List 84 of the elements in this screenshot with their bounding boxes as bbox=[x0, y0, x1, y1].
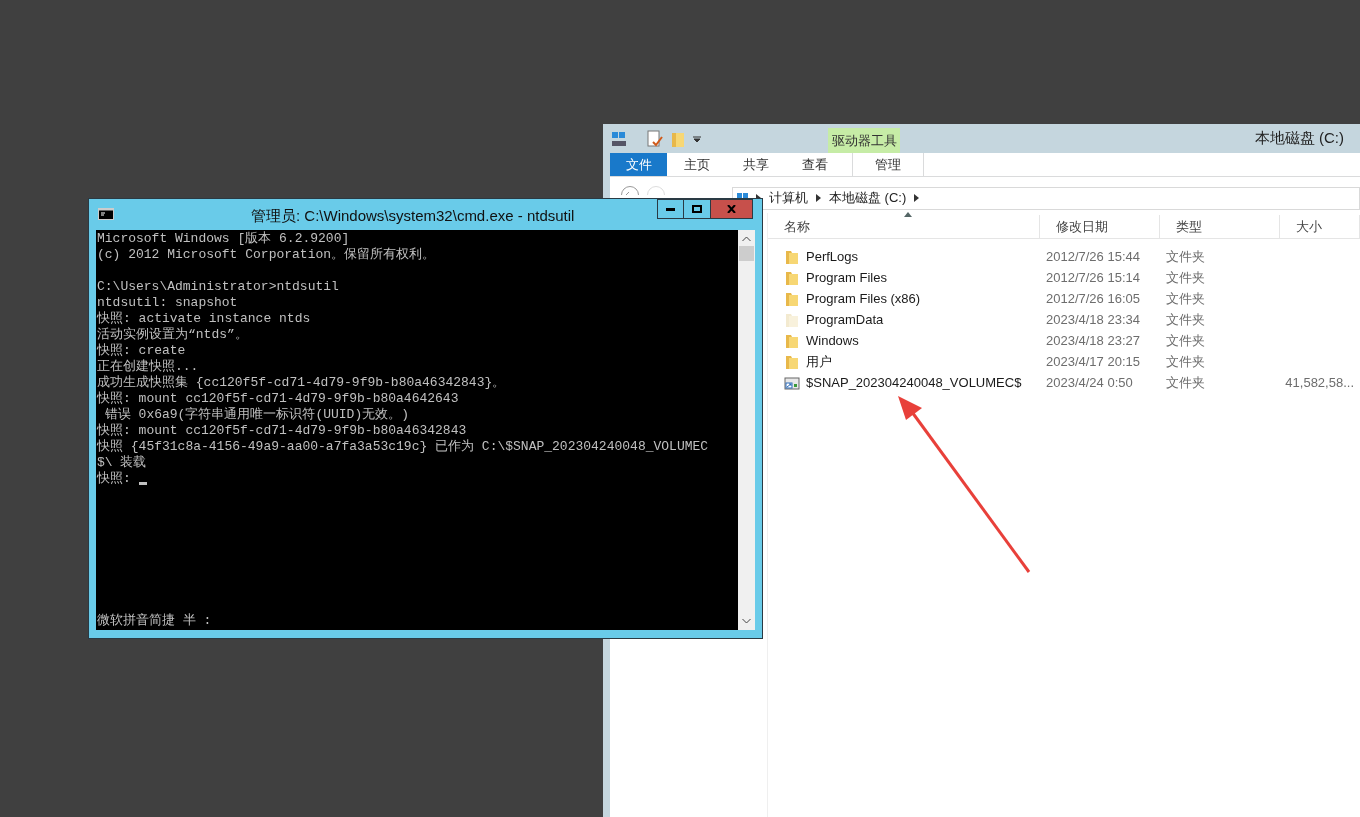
minimize-icon bbox=[666, 207, 675, 211]
item-type: 文件夹 bbox=[1165, 268, 1206, 287]
console-line: Microsoft Windows [版本 6.2.9200] bbox=[97, 231, 350, 247]
console-line: 活动实例设置为“ntds”。 bbox=[97, 327, 248, 343]
file-name: 用户 bbox=[806, 352, 832, 371]
item-type: 文件夹 bbox=[1165, 352, 1206, 371]
console-icon bbox=[98, 208, 114, 220]
file-row[interactable]: PerfLogs 2012/7/26 15:44 文件夹 bbox=[768, 246, 1360, 267]
close-button[interactable] bbox=[710, 199, 753, 219]
console-line: C:\Users\Administrator>ntdsutil bbox=[97, 279, 339, 295]
item-type: 文件夹 bbox=[1165, 247, 1206, 266]
console-line: ntdsutil: snapshot bbox=[97, 295, 238, 311]
modified-date: 2023/4/18 23:27 bbox=[1045, 331, 1141, 350]
close-icon bbox=[727, 205, 736, 213]
file-row[interactable]: $SNAP_202304240048_VOLUMEC$ 2023/4/24 0:50 文件夹 41,582,58... bbox=[768, 372, 1360, 393]
console-line: 快照: mount cc120f5f-cd71-4d79-9f9b-b80a4642643 bbox=[97, 391, 459, 407]
address-bar[interactable]: 计算机 本地磁盘 (C:) bbox=[732, 186, 1360, 210]
file-row[interactable]: Windows 2023/4/18 23:27 文件夹 bbox=[768, 330, 1360, 351]
ribbon-tab[interactable]: 主页 bbox=[667, 153, 726, 176]
file-name: Windows bbox=[806, 331, 859, 350]
folder-icon bbox=[784, 248, 800, 265]
item-type: 文件夹 bbox=[1165, 331, 1206, 350]
ribbon-tab[interactable]: 管理 bbox=[852, 153, 924, 176]
file-name: Program Files bbox=[806, 268, 887, 287]
drive-icon bbox=[611, 130, 627, 147]
file-name: ProgramData bbox=[806, 310, 884, 329]
file-row[interactable]: ProgramData 2023/4/18 23:34 文件夹 bbox=[768, 309, 1360, 330]
minimize-button[interactable] bbox=[657, 199, 684, 219]
modified-date: 2023/4/18 23:34 bbox=[1045, 310, 1141, 329]
column-header[interactable]: 类型 bbox=[1160, 215, 1280, 238]
shortcut-icon bbox=[784, 375, 800, 390]
console-line: 成功生成快照集 {cc120f5f-cd71-4d79-9f9b-b80a46342843}。 bbox=[97, 375, 506, 391]
file-row[interactable]: Program Files (x86) 2012/7/26 16:05 文件夹 bbox=[768, 288, 1360, 309]
scroll-up-icon[interactable] bbox=[742, 236, 751, 242]
sort-arrow-icon bbox=[904, 212, 912, 217]
window-title: 本地磁盘 (C:) bbox=[1254, 128, 1344, 149]
file-row[interactable]: 用户 2023/4/17 20:15 文件夹 bbox=[768, 351, 1360, 372]
console-line: 快照: activate instance ntds bbox=[97, 311, 311, 327]
console-line: 快照: create bbox=[97, 343, 186, 359]
ribbon-tab[interactable]: 文件 bbox=[610, 153, 667, 176]
ribbon-tab[interactable]: 查看 bbox=[785, 153, 844, 176]
properties-icon[interactable] bbox=[647, 129, 663, 148]
maximize-icon bbox=[692, 205, 702, 213]
console-line: $\ 装载 bbox=[97, 455, 147, 471]
item-type: 文件夹 bbox=[1165, 310, 1206, 329]
breadcrumb-item[interactable]: 计算机 bbox=[769, 188, 808, 208]
console-line: 正在创建快照... bbox=[97, 359, 199, 375]
console-line: 快照: mount cc120f5f-cd71-4d79-9f9b-b80a46342843 bbox=[97, 423, 467, 439]
column-header[interactable]: 名称 bbox=[768, 215, 1040, 238]
scroll-thumb[interactable] bbox=[739, 246, 754, 261]
console-line: 快照 {45f31c8a-4156-49a9-aa00-a7fa3a53c19c} 已作为 C:\$SNAP_202304240048_VOLUMEC bbox=[97, 439, 709, 455]
folder-icon bbox=[784, 290, 800, 307]
console-line: 错误 0x6a9(字符串通用唯一标识符(UUID)无效。) bbox=[103, 407, 410, 423]
back-icon[interactable] bbox=[620, 186, 640, 195]
window-title: 管理员: C:\Windows\system32\cmd.exe - ntdsutil bbox=[251, 206, 575, 226]
breadcrumb-item[interactable]: 本地磁盘 (C:) bbox=[829, 188, 907, 208]
modified-date: 2023/4/24 0:50 bbox=[1045, 373, 1134, 392]
modified-date: 2012/7/26 16:05 bbox=[1045, 289, 1141, 308]
column-header[interactable]: 修改日期 bbox=[1040, 215, 1160, 238]
file-row[interactable]: Program Files 2012/7/26 15:14 文件夹 bbox=[768, 267, 1360, 288]
ime-status: 微软拼音简捷 半 : bbox=[97, 613, 213, 629]
modified-date: 2012/7/26 15:14 bbox=[1045, 268, 1141, 287]
console-line: (c) 2012 Microsoft Corporation。保留所有权利。 bbox=[97, 247, 436, 263]
item-type: 文件夹 bbox=[1165, 289, 1206, 308]
chevron-icon bbox=[816, 194, 821, 202]
dropdown-icon[interactable] bbox=[693, 134, 701, 143]
item-size: 41,582,58... bbox=[1284, 373, 1355, 392]
column-header[interactable]: 大小 bbox=[1280, 215, 1360, 238]
folder-icon bbox=[784, 269, 800, 286]
scrollbar[interactable] bbox=[738, 230, 755, 630]
item-type: 文件夹 bbox=[1165, 373, 1206, 392]
console-line: 快照: bbox=[97, 471, 132, 487]
folder-icon bbox=[784, 332, 800, 349]
ribbon-tab[interactable]: 共享 bbox=[726, 153, 785, 176]
modified-date: 2012/7/26 15:44 bbox=[1045, 247, 1141, 266]
modified-date: 2023/4/17 20:15 bbox=[1045, 352, 1141, 371]
folder-icon bbox=[784, 311, 800, 328]
folder-icon bbox=[784, 353, 800, 370]
chevron-icon bbox=[914, 194, 920, 202]
file-name: $SNAP_202304240048_VOLUMEC$ bbox=[806, 373, 1022, 392]
scroll-down-icon[interactable] bbox=[742, 618, 751, 624]
file-name: PerfLogs bbox=[806, 247, 859, 266]
context-tab-header: 驱动器工具 bbox=[828, 128, 900, 153]
file-name: Program Files (x86) bbox=[806, 289, 921, 308]
